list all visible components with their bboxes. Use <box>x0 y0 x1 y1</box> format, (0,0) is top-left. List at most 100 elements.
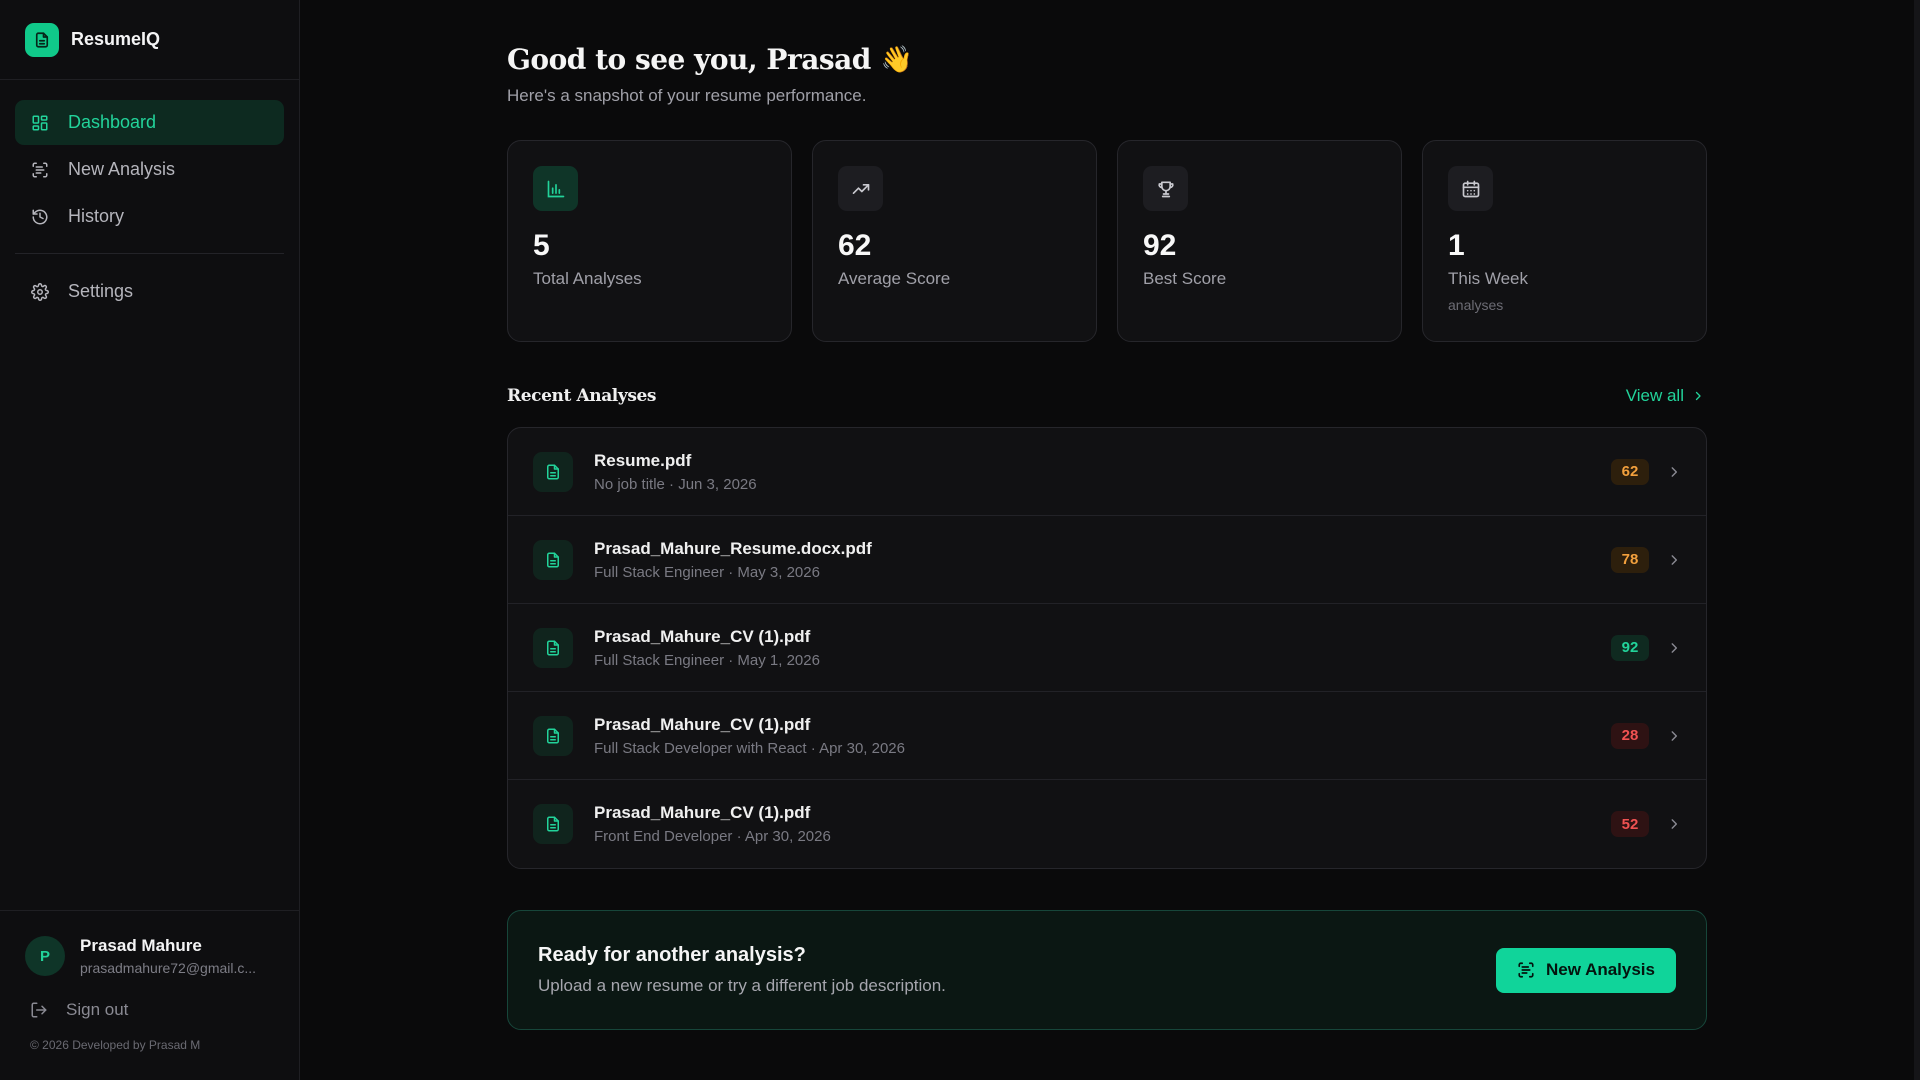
gear-icon <box>30 282 50 302</box>
dashboard-icon <box>30 113 50 133</box>
chevron-right-icon <box>1667 641 1681 655</box>
file-info: Prasad_Mahure_CV (1).pdf Full Stack Devel… <box>594 715 1611 757</box>
file-text-icon <box>533 451 573 492</box>
stat-card-best-score: 92 Best Score <box>1117 140 1402 342</box>
table-row[interactable]: Prasad_Mahure_Resume.docx.pdf Full Stack … <box>508 516 1706 604</box>
chevron-right-icon <box>1667 553 1681 567</box>
history-icon <box>30 207 50 227</box>
file-text-icon <box>533 539 573 580</box>
file-info: Resume.pdf No job title · Jun 3, 2026 <box>594 451 1611 493</box>
sign-out-label: Sign out <box>66 1000 129 1019</box>
chevron-right-icon <box>1692 390 1704 402</box>
file-info: Prasad_Mahure_Resume.docx.pdf Full Stack … <box>594 539 1611 581</box>
stat-label: Best Score <box>1143 269 1227 288</box>
file-info: Prasad_Mahure_CV (1).pdf Front End Develo… <box>594 803 1611 845</box>
trophy-icon <box>1143 166 1188 211</box>
recent-analyses-header: Recent Analyses View all <box>507 386 1707 406</box>
section-title: Recent Analyses <box>507 386 657 406</box>
log-out-icon <box>30 1001 48 1019</box>
score-badge: 52 <box>1611 811 1649 837</box>
sidebar-item-history[interactable]: History <box>15 194 284 239</box>
file-info: Prasad_Mahure_CV (1).pdf Full Stack Engin… <box>594 627 1611 669</box>
user-profile[interactable]: P Prasad Mahure prasadmahure72@gmail.c..… <box>25 936 274 976</box>
score-badge: 28 <box>1611 722 1649 749</box>
sidebar-item-settings[interactable]: Settings <box>15 269 284 314</box>
file-meta: Full Stack Engineer · May 3, 2026 <box>594 563 820 581</box>
stat-value: 5 <box>533 229 550 262</box>
user-info: Prasad Mahure prasadmahure72@gmail.c... <box>80 936 256 976</box>
sidebar-nav: Dashboard New Analysis History Settings <box>0 80 299 314</box>
sidebar-item-label: Settings <box>68 281 134 301</box>
user-email: prasadmahure72@gmail.c... <box>80 960 257 976</box>
file-name: Prasad_Mahure_CV (1).pdf <box>594 803 811 822</box>
table-row[interactable]: Prasad_Mahure_CV (1).pdf Front End Develo… <box>508 780 1706 868</box>
recent-analyses-list: Resume.pdf No job title · Jun 3, 2026 62 Pr… <box>507 427 1707 869</box>
trending-up-icon <box>838 166 883 211</box>
greeting-text: Good to see you, Prasad <box>507 43 871 76</box>
view-all-link[interactable]: View all <box>1626 386 1704 406</box>
file-text-icon <box>533 804 573 844</box>
file-name: Prasad_Mahure_CV (1).pdf <box>594 714 811 734</box>
scan-text-icon <box>1517 961 1535 979</box>
cta-text: Ready for another analysis? Upload a new… <box>538 944 946 996</box>
stat-value: 92 <box>1143 229 1177 262</box>
stat-label: Total Analyses <box>533 269 642 288</box>
table-row[interactable]: Resume.pdf No job title · Jun 3, 2026 62 <box>508 428 1706 516</box>
cta-subtitle: Upload a new resume or try a different j… <box>538 976 946 995</box>
sidebar-item-label: Dashboard <box>68 112 157 132</box>
nav-divider <box>15 253 284 254</box>
stat-value: 1 <box>1448 229 1465 262</box>
scan-text-icon <box>30 160 50 180</box>
chevron-right-icon <box>1667 465 1681 479</box>
stat-card-total-analyses: 5 Total Analyses <box>507 140 792 342</box>
view-all-label: View all <box>1625 386 1684 405</box>
chevron-right-icon <box>1667 729 1681 743</box>
file-text-icon <box>533 627 573 668</box>
cta-title: Ready for another analysis? <box>538 944 806 966</box>
file-meta: Full Stack Developer with React · Apr 30… <box>594 739 905 757</box>
waving-hand-icon: 👋 <box>880 44 913 75</box>
stat-card-average-score: 62 Average Score <box>812 140 1097 342</box>
stat-label: This Week <box>1448 269 1528 288</box>
score-badge: 78 <box>1611 546 1649 573</box>
new-analysis-button[interactable]: New Analysis <box>1496 947 1676 993</box>
stat-value: 62 <box>838 229 872 262</box>
sidebar-item-label: New Analysis <box>68 159 176 179</box>
new-analysis-button-label: New Analysis <box>1546 960 1655 979</box>
page-title: Good to see you, Prasad 👋 <box>507 43 1707 76</box>
file-meta: No job title · Jun 3, 2026 <box>594 475 757 493</box>
brand-logo-icon <box>25 22 59 57</box>
sidebar-footer: P Prasad Mahure prasadmahure72@gmail.c..… <box>0 910 299 1080</box>
sidebar-item-dashboard[interactable]: Dashboard <box>15 100 284 145</box>
table-row[interactable]: Prasad_Mahure_CV (1).pdf Full Stack Engin… <box>508 604 1706 692</box>
chevron-right-icon <box>1667 817 1681 831</box>
file-meta: Front End Developer · Apr 30, 2026 <box>594 828 831 845</box>
user-name: Prasad Mahure <box>80 936 202 955</box>
sign-out-button[interactable]: Sign out <box>25 1000 274 1020</box>
page-subtitle: Here's a snapshot of your resume perform… <box>507 86 867 105</box>
brand-name: ResumeIQ <box>71 29 161 49</box>
file-text-icon <box>533 715 573 756</box>
scrollbar-track[interactable] <box>1914 0 1920 1080</box>
stats-row: 5 Total Analyses 62 Average Score 92 Bes… <box>507 140 1707 342</box>
file-name: Resume.pdf <box>594 450 692 470</box>
score-badge: 92 <box>1611 634 1649 661</box>
avatar: P <box>25 936 65 976</box>
file-meta: Full Stack Engineer · May 1, 2026 <box>594 651 820 669</box>
stat-sublabel: analyses <box>1448 297 1504 313</box>
stat-card-this-week: 1 This Week analyses <box>1422 140 1707 342</box>
stat-label: Average Score <box>838 269 951 288</box>
sidebar: ResumeIQ Dashboard New Analysis History <box>0 0 300 1080</box>
sidebar-item-label: History <box>68 206 125 226</box>
main-content: Good to see you, Prasad 👋 Here's a snaps… <box>507 0 1707 1030</box>
calendar-icon <box>1448 166 1493 211</box>
cta-banner: Ready for another analysis? Upload a new… <box>507 910 1707 1030</box>
score-badge: 62 <box>1611 458 1649 485</box>
copyright-text: © 2026 Developed by Prasad M <box>30 1038 201 1052</box>
bar-chart-icon <box>533 166 578 211</box>
brand[interactable]: ResumeIQ <box>0 0 299 80</box>
file-name: Prasad_Mahure_Resume.docx.pdf <box>594 538 872 558</box>
sidebar-item-new-analysis[interactable]: New Analysis <box>15 147 284 192</box>
file-name: Prasad_Mahure_CV (1).pdf <box>594 626 811 646</box>
table-row[interactable]: Prasad_Mahure_CV (1).pdf Full Stack Devel… <box>508 692 1706 780</box>
